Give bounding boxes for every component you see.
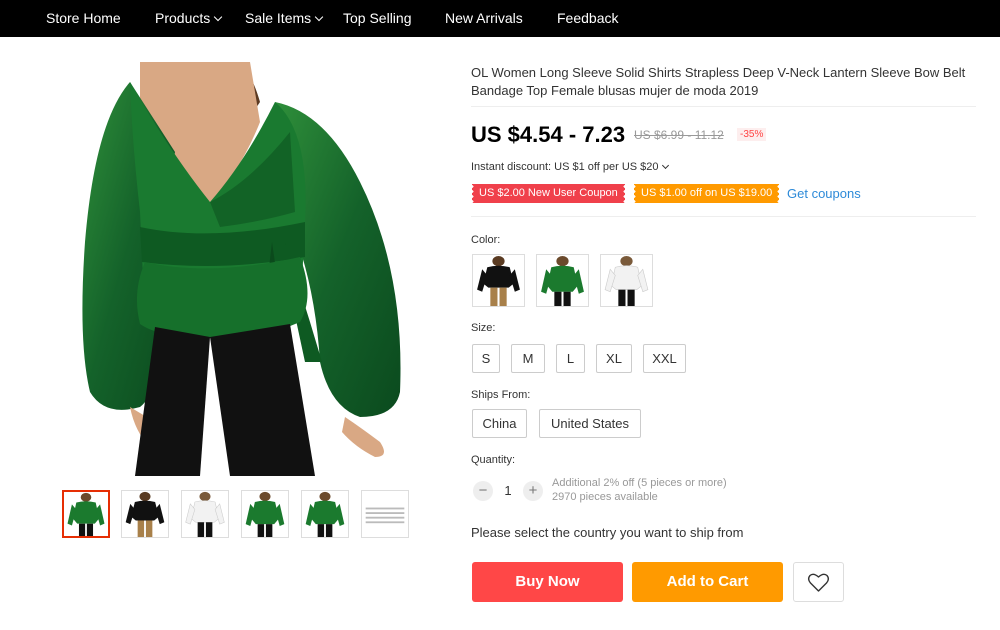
size-option-xxl[interactable]: XXL (643, 344, 686, 373)
nav-top-selling[interactable]: Top Selling (343, 0, 412, 37)
chevron-down-icon (661, 161, 669, 170)
nav-sale-items-label: Sale Items (245, 10, 312, 26)
add-to-cart-button[interactable]: Add to Cart (632, 562, 783, 602)
color-option-green[interactable] (536, 254, 589, 307)
thumbnail-green-2[interactable] (241, 490, 289, 538)
instant-discount[interactable]: Instant discount: US $1 off per US $20 (471, 161, 669, 173)
size-option-m[interactable]: M (511, 344, 545, 373)
chevron-down-icon (214, 12, 223, 22)
top-nav: Store Home Products Sale Items Top Selli… (0, 0, 1000, 37)
nav-new-arrivals[interactable]: New Arrivals (445, 0, 523, 37)
heart-icon (807, 573, 830, 592)
color-option-black[interactable] (472, 254, 525, 307)
product-price: US $4.54 - 7.23 (471, 122, 626, 147)
quantity-decrease-button[interactable]: − (473, 481, 493, 501)
divider (471, 216, 976, 217)
store-coupon[interactable]: US $1.00 off on US $19.00 (634, 184, 780, 203)
nav-products[interactable]: Products (155, 0, 223, 37)
nav-feedback[interactable]: Feedback (557, 0, 618, 37)
chevron-down-icon (314, 12, 324, 22)
stock-available: 2970 pieces available (552, 491, 658, 503)
nav-sale-items[interactable]: Sale Items (245, 0, 324, 37)
buy-now-button[interactable]: Buy Now (472, 562, 623, 602)
thumbnail-black[interactable] (121, 490, 169, 538)
thumbnail-size-chart[interactable] (361, 490, 409, 538)
new-user-coupon[interactable]: US $2.00 New User Coupon (472, 184, 625, 203)
bulk-discount-note: Additional 2% off (5 pieces or more) (552, 477, 727, 489)
thumbnail-green-front[interactable] (62, 490, 110, 538)
size-option-s[interactable]: S (472, 344, 500, 373)
size-label: Size: (471, 322, 496, 334)
nav-store-home[interactable]: Store Home (46, 0, 121, 37)
quantity-label: Quantity: (471, 454, 516, 466)
thumbnail-white[interactable] (181, 490, 229, 538)
get-coupons-link[interactable]: Get coupons (787, 186, 861, 201)
original-price: US $6.99 - 11.12 (634, 128, 724, 142)
ships-from-united-states[interactable]: United States (539, 409, 641, 438)
quantity-value[interactable]: 1 (500, 483, 516, 498)
ships-from-china[interactable]: China (472, 409, 527, 438)
nav-products-label: Products (155, 10, 211, 26)
thumbnail-green-3[interactable] (301, 490, 349, 538)
product-title: OL Women Long Sleeve Solid Shirts Strapl… (471, 65, 966, 98)
size-option-l[interactable]: L (556, 344, 585, 373)
quantity-increase-button[interactable]: + (523, 481, 543, 501)
divider (471, 106, 976, 107)
color-label: Color: (471, 234, 501, 246)
ships-from-label: Ships From: (471, 389, 531, 401)
product-main-image[interactable] (60, 62, 410, 476)
discount-badge: -35% (737, 128, 767, 141)
ship-country-message: Please select the country you want to sh… (471, 525, 744, 540)
instant-discount-text: Instant discount: US $1 off per US $20 (471, 161, 659, 173)
color-option-white[interactable] (600, 254, 653, 307)
size-option-xl[interactable]: XL (596, 344, 632, 373)
wishlist-button[interactable] (793, 562, 844, 602)
